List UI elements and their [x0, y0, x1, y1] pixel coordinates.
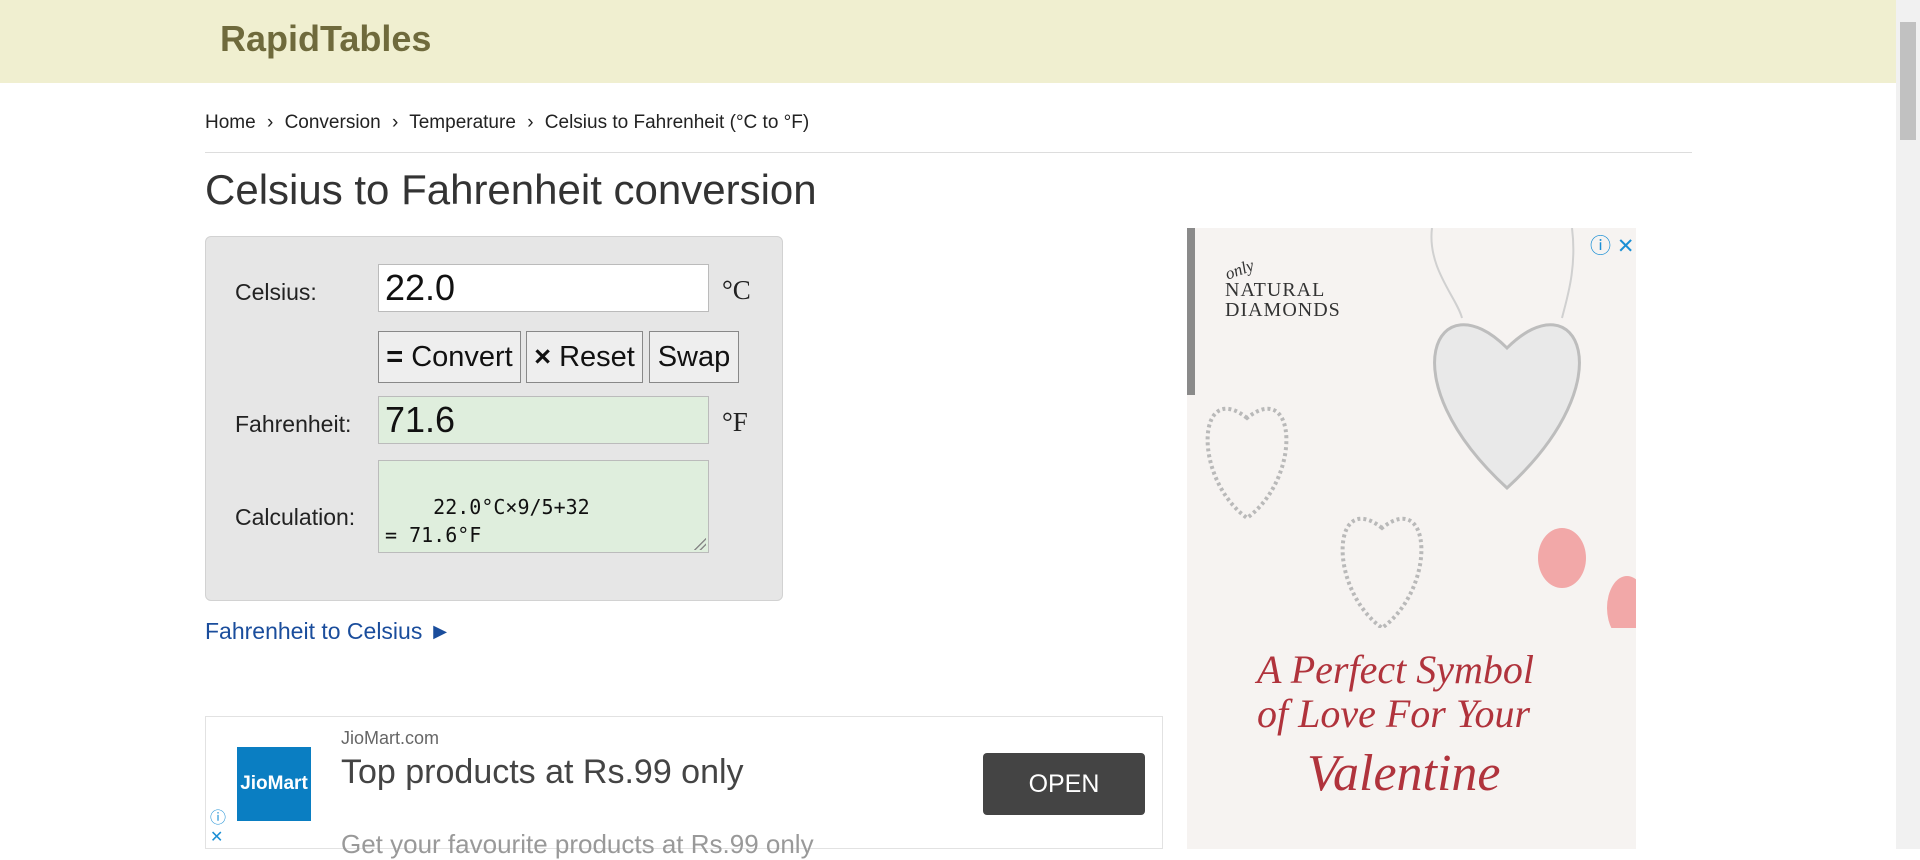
convert-label: Convert	[411, 340, 513, 373]
site-header: RapidTables	[0, 0, 1896, 83]
swap-label: Swap	[657, 340, 731, 373]
converter-panel: Celsius: 22.0 °C = Convert × Reset Swap Fa…	[205, 236, 783, 601]
breadcrumb-separator: ›	[527, 112, 534, 133]
reset-label: Reset	[559, 340, 635, 373]
celsius-label: Celsius:	[235, 279, 317, 305]
swap-button[interactable]: Swap	[649, 331, 739, 383]
breadcrumb-home[interactable]: Home	[205, 112, 256, 133]
page-title: Celsius to Fahrenheit conversion	[205, 166, 817, 213]
site-logo[interactable]: RapidTables	[220, 18, 431, 60]
ad-open-button[interactable]: OPEN	[983, 753, 1145, 815]
fahrenheit-unit: °F	[722, 407, 748, 437]
tagline-line3: Valentine	[1307, 745, 1501, 802]
rose-petal	[1607, 576, 1636, 628]
calculation-label: Calculation:	[235, 504, 356, 530]
heart-pendant-left	[1205, 406, 1289, 521]
rose-petal	[1538, 528, 1586, 588]
jewelry-illustration	[1205, 228, 1636, 628]
equals-icon: =	[386, 340, 404, 373]
heart-pendant-center	[1340, 516, 1424, 628]
tagline-line1: A Perfect Symbol	[1257, 647, 1534, 692]
ad-banner-bottom[interactable]: JioMart JioMart.com Top products at Rs.9…	[205, 716, 1163, 859]
heart-pendant-large	[1433, 323, 1581, 491]
fahrenheit-output[interactable]: 71.6	[378, 396, 709, 444]
ad-banner-side[interactable]: ⓘ ✕ only NATURAL DIAMONDS A Perfect Symb…	[1187, 228, 1636, 849]
tagline-line2: of Love For Your	[1257, 691, 1531, 736]
breadcrumb: Home › Conversion › Temperature › Celsiu…	[205, 112, 809, 134]
calculation-text: 22.0°C×9/5+32 = 71.6°F	[385, 495, 590, 547]
resize-handle-icon[interactable]	[694, 538, 706, 550]
breadcrumb-separator: ›	[266, 112, 274, 133]
divider	[205, 152, 1692, 153]
celsius-input[interactable]: 22.0	[378, 264, 709, 312]
ad-tagline: A Perfect Symbol of Love For Your Valent…	[1257, 647, 1587, 802]
ad-headline[interactable]: Top products at Rs.99 only	[341, 753, 744, 792]
fahrenheit-to-celsius-link[interactable]: Fahrenheit to Celsius ►	[205, 618, 452, 645]
fahrenheit-label: Fahrenheit:	[235, 411, 352, 437]
jiomart-logo[interactable]: JioMart	[237, 747, 311, 821]
celsius-unit: °C	[722, 275, 751, 305]
convert-button[interactable]: = Convert	[378, 331, 521, 383]
breadcrumb-temperature[interactable]: Temperature	[409, 112, 516, 133]
breadcrumb-conversion[interactable]: Conversion	[285, 112, 381, 133]
times-icon: ×	[534, 340, 552, 373]
ad-close-icon[interactable]: ✕	[210, 827, 223, 847]
chain-right	[1561, 228, 1575, 319]
ad-subtext: Get your favourite products at Rs.99 onl…	[341, 829, 814, 859]
scrollbar-thumb[interactable]	[1900, 22, 1916, 140]
ad-info-icon[interactable]: ⓘ	[210, 804, 226, 828]
page-scrollbar[interactable]	[1896, 0, 1920, 849]
ad-domain: JioMart.com	[341, 728, 440, 748]
calculation-output[interactable]: 22.0°C×9/5+32 = 71.6°F	[378, 460, 709, 553]
reset-button[interactable]: × Reset	[526, 331, 643, 383]
breadcrumb-current: Celsius to Fahrenheit (°C to °F)	[544, 112, 810, 133]
chain-left	[1430, 228, 1463, 319]
breadcrumb-separator: ›	[391, 112, 399, 133]
